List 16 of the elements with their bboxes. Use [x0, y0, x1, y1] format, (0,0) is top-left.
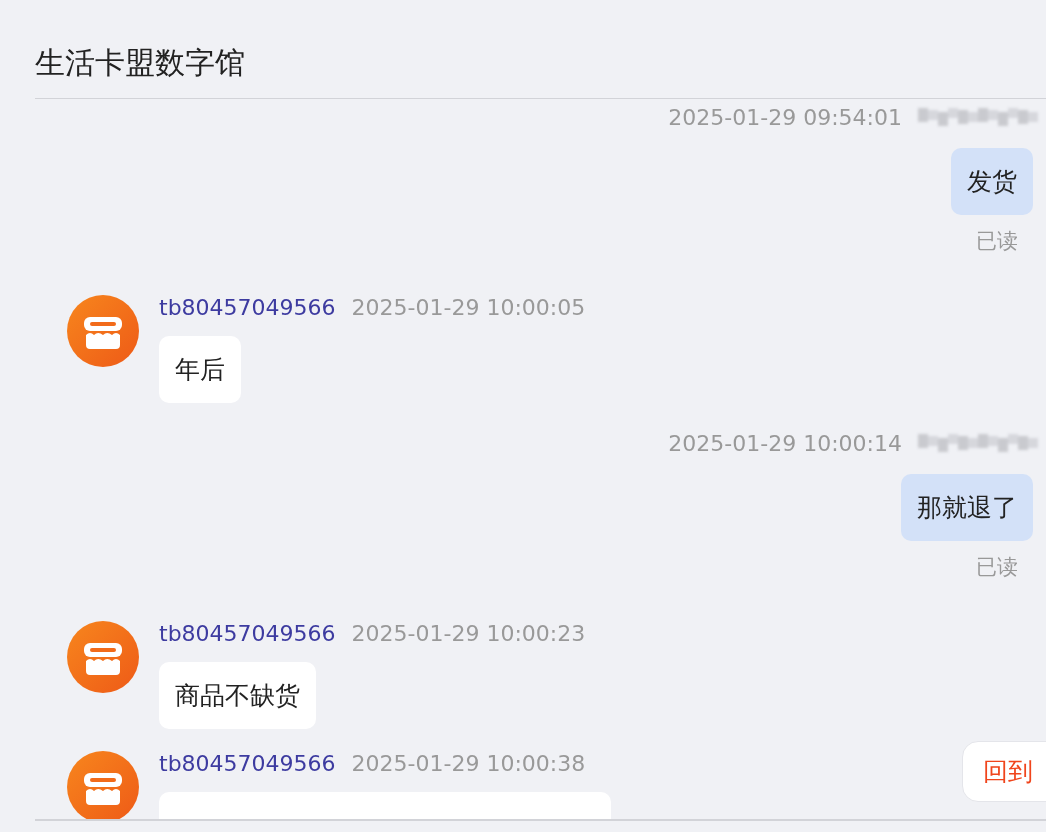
message-bubble: 发货 [951, 148, 1033, 215]
message-bubble: 那就退了 [901, 474, 1033, 541]
message-time: 2025-01-29 10:00:14 [668, 430, 902, 456]
message-bubble: 商品不缺货 [159, 662, 316, 729]
back-to-bottom-button[interactable]: 回到 [962, 741, 1046, 802]
sender-name[interactable]: tb80457049566 [159, 295, 336, 320]
chat-title: 生活卡盟数字馆 [35, 0, 1046, 99]
message-time: 2025-01-29 10:00:38 [351, 751, 586, 776]
message-bubble: 年后 [159, 336, 241, 403]
message-time: 2025-01-29 10:00:23 [351, 621, 586, 646]
message-time: 2025-01-29 09:54:01 [668, 104, 902, 130]
sender-name[interactable]: tb80457049566 [159, 621, 336, 646]
read-status: 已读 [976, 228, 1018, 255]
read-status: 已读 [976, 554, 1018, 581]
sender-name[interactable]: tb80457049566 [159, 751, 336, 776]
message-time: 2025-01-29 10:00:05 [351, 295, 586, 320]
